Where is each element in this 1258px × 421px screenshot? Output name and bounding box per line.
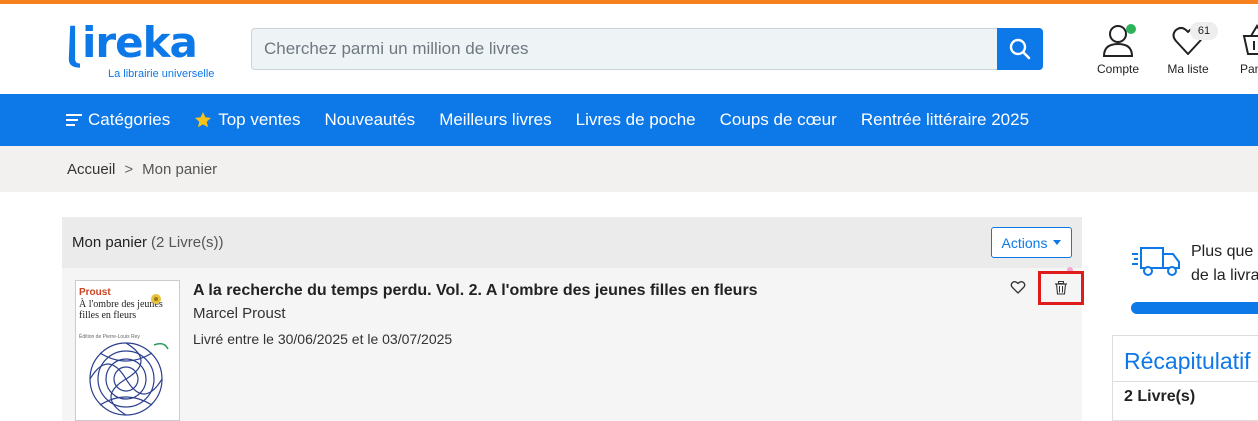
logo-wordmark: ireka	[82, 18, 198, 67]
nav-label: Nouveautés	[324, 110, 416, 129]
nav-meilleurs-livres[interactable]: Meilleurs livres	[439, 110, 551, 130]
shipping-text-line-2: de la livra	[1191, 267, 1258, 284]
cart-header: Mon panier (2 Livre(s)) Actions	[62, 217, 1082, 268]
summary-divider	[1113, 381, 1258, 382]
nav-top-ventes[interactable]: Top ventes	[194, 110, 300, 130]
hamburger-icon	[66, 114, 82, 126]
nav-label: Coups de cœur	[719, 110, 837, 129]
search-icon	[1009, 38, 1031, 60]
nav-nouveautes[interactable]: Nouveautés	[324, 110, 415, 130]
wishlist-button[interactable]: 61 Ma liste	[1158, 22, 1218, 76]
heart-icon	[1010, 281, 1026, 294]
breadcrumb-current: Mon panier	[142, 160, 218, 178]
cart-count: (2 Livre(s))	[151, 234, 224, 251]
cover-author: Proust	[79, 287, 111, 298]
logo-tagline: La librairie universelle	[108, 68, 215, 80]
site-header: ireka La librairie universelle Compte 61…	[0, 4, 1258, 94]
nav-coups-de-coeur[interactable]: Coups de cœur	[720, 110, 837, 130]
nav-livres-de-poche[interactable]: Livres de poche	[576, 110, 696, 130]
logo-l-mark	[68, 25, 80, 68]
add-to-wishlist-button[interactable]	[1010, 279, 1028, 297]
nav-rentree-litteraire[interactable]: Rentrée littéraire 2025	[861, 110, 1029, 130]
account-label: Compte	[1096, 62, 1140, 76]
main-nav: Catégories Top ventes Nouveautés Meilleu…	[0, 94, 1258, 146]
nav-label: Meilleurs livres	[439, 110, 552, 129]
star-icon	[195, 112, 212, 128]
item-title[interactable]: A la recherche du temps perdu. Vol. 2. A…	[193, 282, 758, 300]
actions-label: Actions	[1001, 234, 1048, 251]
account-button[interactable]: Compte	[1088, 22, 1148, 76]
search-bar	[251, 28, 1043, 70]
basket-icon	[1242, 24, 1258, 55]
nav-label: Top ventes	[218, 110, 301, 129]
breadcrumb-separator: >	[124, 160, 134, 178]
shipping-message: Plus que de la livra	[1191, 240, 1258, 288]
summary-title: Récapitulatif	[1124, 348, 1251, 374]
shipping-text-line-1: Plus que	[1191, 243, 1254, 260]
summary-count: 2 Livre(s)	[1124, 388, 1196, 405]
order-summary-panel: Récapitulatif 2 Livre(s)	[1112, 335, 1258, 421]
delete-item-button[interactable]	[1038, 271, 1084, 305]
wishlist-count-badge: 61	[1190, 22, 1218, 40]
cart-item: Proust À l'ombre des jeunes filles en fl…	[62, 267, 1084, 421]
nav-label: Livres de poche	[575, 110, 696, 129]
site-logo[interactable]: ireka La librairie universelle	[66, 16, 214, 86]
breadcrumb-home[interactable]: Accueil	[67, 161, 115, 178]
item-delivery-date: Livré entre le 30/06/2025 et le 03/07/20…	[193, 331, 453, 347]
basket-label: Pan	[1240, 62, 1258, 76]
actions-dropdown-button[interactable]: Actions	[991, 227, 1072, 258]
caret-down-icon	[1053, 240, 1062, 245]
cover-illustration	[89, 342, 169, 416]
online-status-dot	[1126, 24, 1136, 34]
basket-button[interactable]: Pan	[1228, 22, 1258, 76]
shipping-progress-bar	[1131, 302, 1258, 314]
shipping-progress: Plus que de la livra	[1131, 240, 1258, 285]
cart-title: Mon panier	[72, 234, 148, 251]
cover-flower	[151, 294, 161, 304]
search-button[interactable]	[997, 28, 1043, 70]
cart-panel: Mon panier (2 Livre(s)) Actions Proust À…	[62, 217, 1084, 421]
nav-label: Catégories	[88, 110, 171, 129]
breadcrumb: Accueil > Mon panier	[0, 146, 1258, 192]
trash-icon	[1055, 281, 1067, 295]
search-input[interactable]	[252, 29, 998, 69]
item-author[interactable]: Marcel Proust	[193, 305, 286, 322]
nav-categories[interactable]: Catégories	[66, 110, 170, 130]
book-cover[interactable]: Proust À l'ombre des jeunes filles en fl…	[75, 280, 180, 421]
nav-label: Rentrée littéraire 2025	[860, 110, 1030, 129]
wishlist-label: Ma liste	[1167, 62, 1209, 76]
delivery-truck-icon	[1132, 247, 1180, 276]
